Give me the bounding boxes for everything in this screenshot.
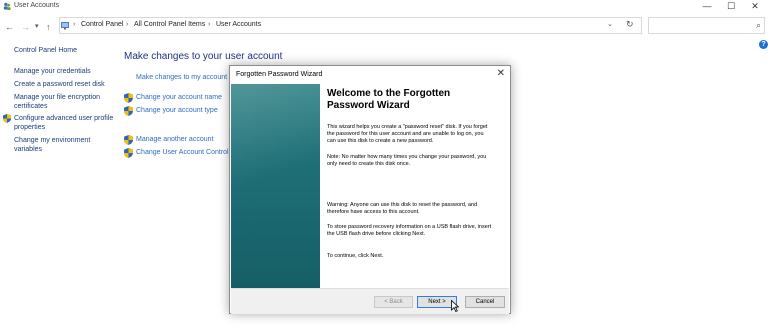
cancel-button[interactable]: Cancel	[465, 296, 505, 308]
breadcrumb-control-panel[interactable]: Control Panel	[81, 21, 123, 28]
dialog-button-bar: < Back Next > Cancel	[231, 288, 509, 314]
uac-shield-icon	[124, 93, 133, 103]
forward-arrow-icon[interactable]: →	[21, 21, 30, 33]
sidebar-item-control-panel-home[interactable]: Control Panel Home	[14, 46, 77, 55]
sidebar-item-environment-variables[interactable]: Change my environment variables	[14, 136, 114, 154]
address-dropdown-icon[interactable]: ⌄	[607, 20, 613, 28]
minimize-button[interactable]: —	[694, 0, 720, 13]
link-manage-another-account[interactable]: Manage another account	[136, 136, 213, 143]
uac-shield-icon	[124, 106, 133, 116]
search-box[interactable]: ⌕	[648, 17, 765, 34]
breadcrumb-separator: ›	[126, 21, 129, 28]
mouse-pointer-icon	[451, 300, 459, 312]
address-bar[interactable]: › Control Panel › All Control Panel Item…	[59, 17, 642, 34]
breadcrumb-user-accounts[interactable]: User Accounts	[216, 21, 261, 28]
sidebar-item-file-encryption[interactable]: Manage your file encryption certificates	[14, 93, 114, 111]
breadcrumb-separator: ›	[73, 21, 76, 28]
link-change-account-name[interactable]: Change your account name	[136, 94, 222, 101]
wizard-warning-text: Warning: Anyone can use this disk to res…	[327, 202, 478, 215]
wizard-note-text: Note: No matter how many times you chang…	[327, 154, 487, 167]
control-panel-icon	[61, 22, 69, 30]
wizard-banner-highlight	[231, 84, 320, 288]
uac-shield-icon	[3, 114, 11, 123]
wizard-heading: Welcome to the Forgotten Password Wizard	[327, 88, 451, 111]
dialog-close-button[interactable]: ✕	[497, 68, 505, 79]
help-icon[interactable]: ?	[759, 40, 768, 49]
sidebar-item-manage-credentials[interactable]: Manage your credentials	[14, 67, 91, 76]
refresh-icon[interactable]: ↻	[626, 19, 634, 30]
link-change-account-type[interactable]: Change your account type	[136, 107, 218, 114]
wizard-usb-text: To store password recovery information o…	[327, 224, 492, 237]
close-button[interactable]: ✕	[742, 0, 768, 13]
title-bar: User Accounts — ☐ ✕	[0, 0, 768, 13]
window-title: User Accounts	[14, 2, 60, 9]
up-arrow-icon[interactable]: ↑	[46, 21, 51, 33]
wizard-intro-text: This wizard helps you create a "password…	[327, 124, 488, 144]
sidebar-item-advanced-profile[interactable]: Configure advanced user profile properti…	[14, 114, 114, 132]
uac-shield-icon	[124, 135, 133, 145]
forgotten-password-wizard-dialog: Forgotten Password Wizard ✕ Welcome to t…	[229, 65, 511, 314]
wizard-continue-text: To continue, click Next.	[327, 253, 384, 259]
navigation-bar: ← → ▾ ↑ › Control Panel › All Control Pa…	[0, 17, 768, 37]
link-change-uac-settings[interactable]: Change User Account Control s	[136, 149, 234, 156]
sidebar-item-password-reset-disk[interactable]: Create a password reset disk	[14, 80, 105, 89]
recent-locations-icon[interactable]: ▾	[35, 21, 39, 33]
page-title: Make changes to your user account	[124, 51, 283, 62]
back-button[interactable]: < Back	[374, 296, 413, 308]
link-make-changes-pc-settings[interactable]: Make changes to my account in	[136, 74, 234, 81]
maximize-button[interactable]: ☐	[718, 0, 744, 13]
wizard-side-banner	[231, 84, 320, 288]
back-arrow-icon[interactable]: ←	[5, 21, 14, 33]
user-accounts-icon	[3, 2, 11, 10]
breadcrumb-separator: ›	[208, 21, 211, 28]
dialog-title: Forgotten Password Wizard	[236, 71, 323, 78]
uac-shield-icon	[124, 148, 133, 158]
breadcrumb-all-items[interactable]: All Control Panel Items	[134, 21, 205, 28]
search-icon[interactable]: ⌕	[756, 20, 761, 31]
